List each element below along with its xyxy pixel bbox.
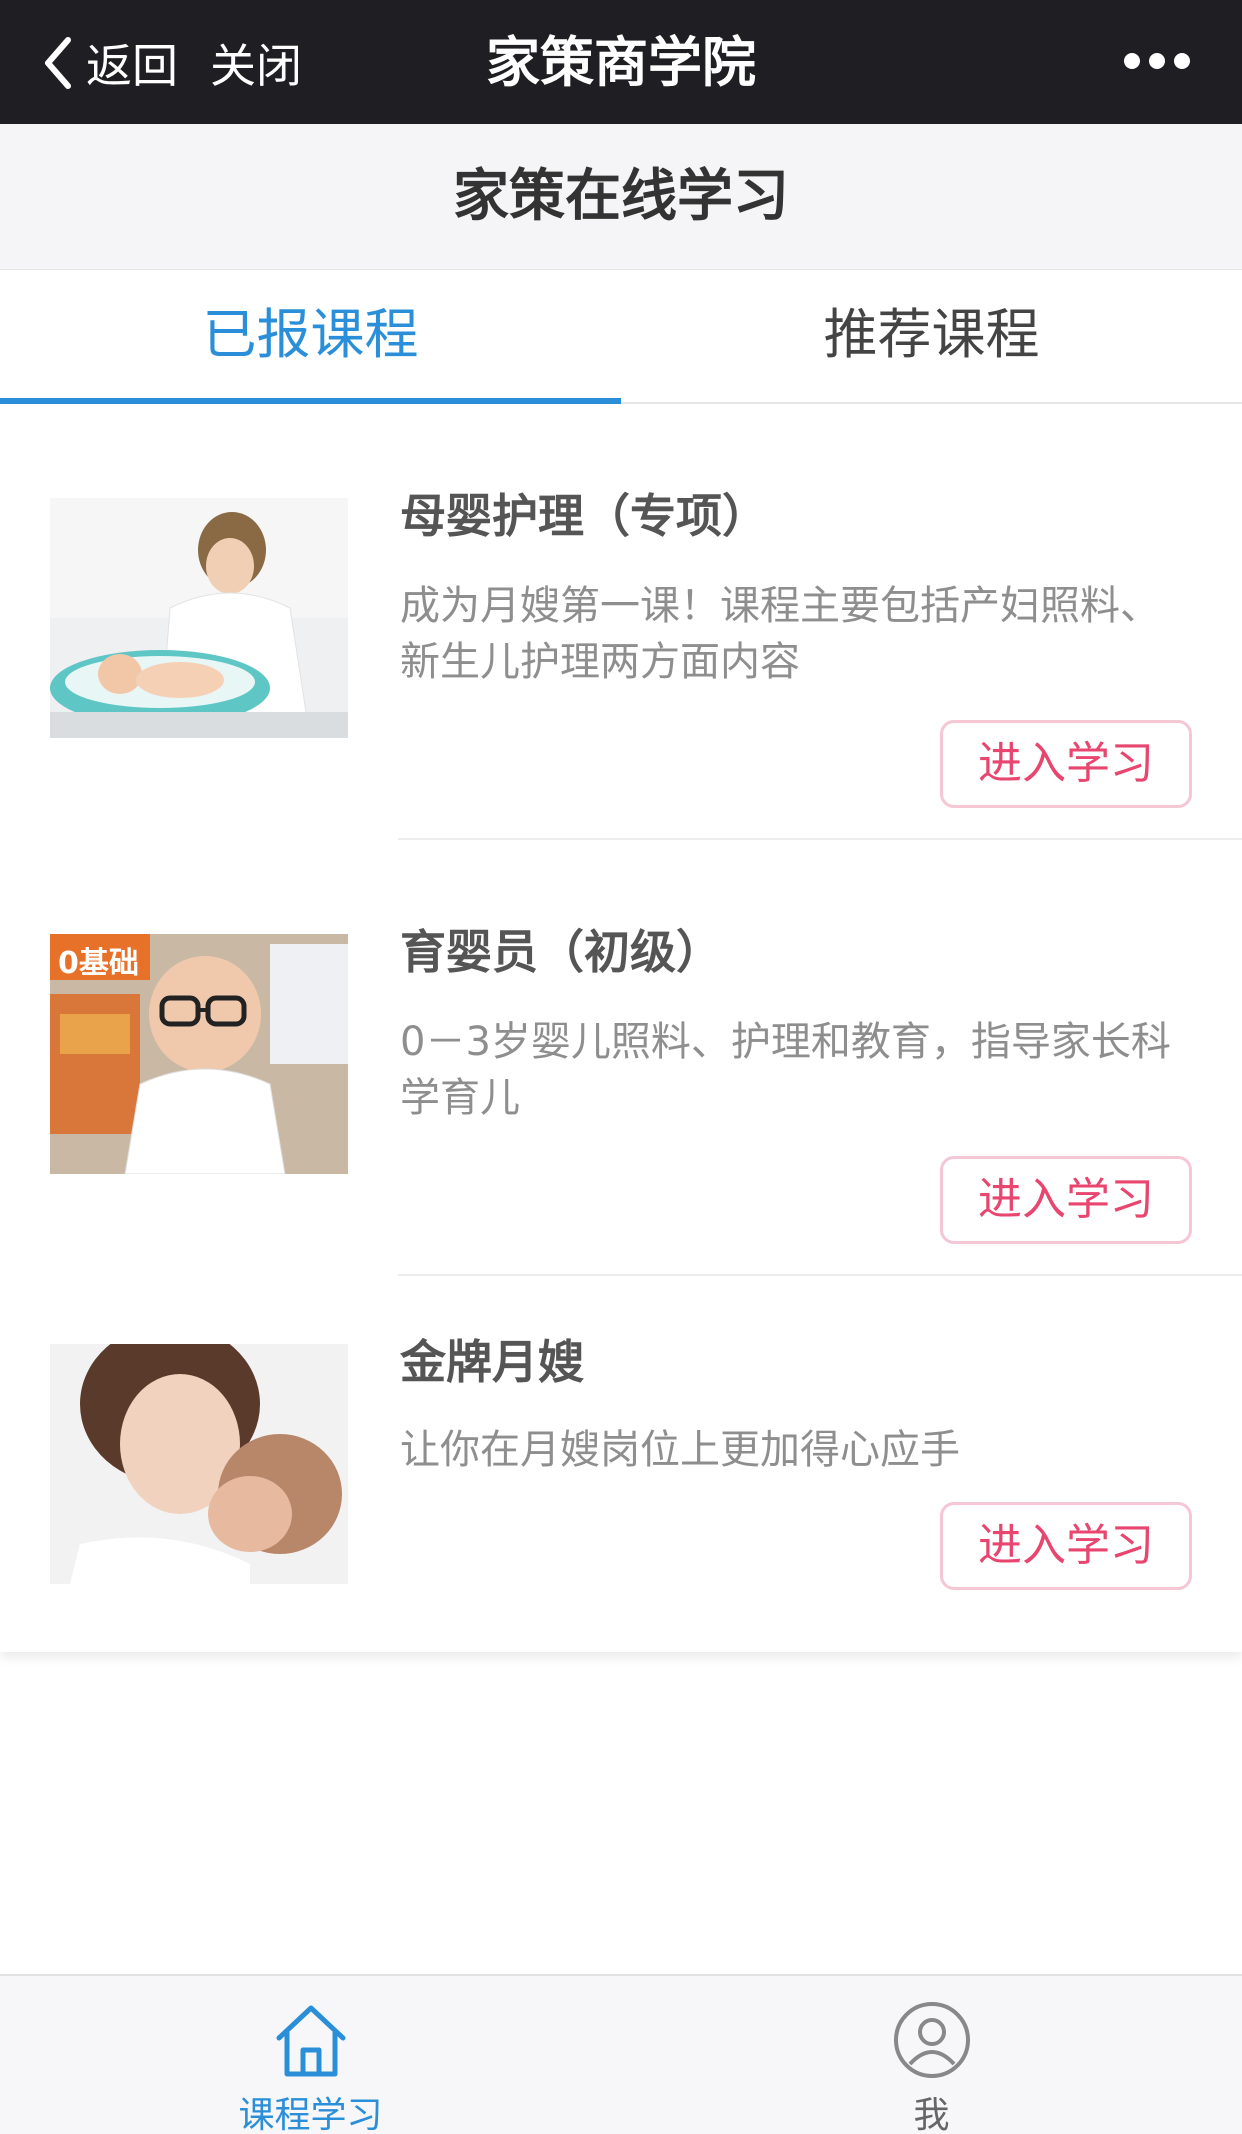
course-badge: 0基础	[58, 946, 139, 981]
tabbar-label: 我	[913, 2095, 950, 2134]
page-title: 家策在线学习	[0, 124, 1242, 270]
enter-study-button[interactable]: 进入学习	[940, 720, 1192, 808]
more-dot-icon	[1174, 53, 1190, 69]
course-description: 让你在月嫂岗位上更加得心应手	[400, 1427, 960, 1473]
course-title: 母婴护理（专项）	[400, 489, 768, 543]
mother-bathing-baby-image	[50, 498, 348, 738]
home-icon	[276, 2005, 345, 2077]
course-description: 0－3岁婴儿照料、护理和教育，指导家长科学育儿	[400, 1019, 1171, 1121]
course-title: 育婴员（初级）	[400, 925, 722, 979]
more-dot-icon	[1124, 53, 1140, 69]
course-thumbnail[interactable]	[50, 498, 348, 738]
app-title: 家策商学院	[486, 31, 756, 94]
course-thumbnail[interactable]	[50, 1344, 348, 1584]
course-item[interactable]: 母婴护理（专项） 成为月嫂第一课！课程主要包括产妇照料、新生儿护理两方面内容 进…	[0, 404, 1242, 840]
bottom-tabbar: 课程学习 我	[0, 1974, 1242, 2134]
tab-enrolled-courses[interactable]: 已报课程	[0, 270, 621, 404]
more-menu-button[interactable]	[1124, 46, 1190, 76]
course-description: 成为月嫂第一课！课程主要包括产妇照料、新生儿护理两方面内容	[400, 583, 1160, 685]
mother-hugging-baby-image	[50, 1344, 348, 1584]
navbar: 返回 关闭 家策商学院	[0, 0, 1242, 124]
user-icon	[893, 2002, 970, 2078]
enter-study-button[interactable]: 进入学习	[940, 1156, 1192, 1244]
tabbar-item-course-study[interactable]: 课程学习	[0, 1976, 621, 2134]
more-dot-icon	[1149, 53, 1165, 69]
course-tabs: 已报课程 推荐课程	[0, 270, 1242, 404]
enter-study-button[interactable]: 进入学习	[940, 1502, 1192, 1590]
course-item[interactable]: 0基础 育婴员（初级） 0－3岁婴儿照料、护理和教育，指导家长科学育儿 进入学习	[0, 840, 1242, 1276]
tabbar-label: 课程学习	[238, 2095, 383, 2134]
course-thumbnail[interactable]: 0基础	[50, 934, 348, 1174]
tabbar-item-me[interactable]: 我	[621, 1976, 1242, 2134]
course-list: 母婴护理（专项） 成为月嫂第一课！课程主要包括产妇照料、新生儿护理两方面内容 进…	[0, 404, 1242, 1652]
course-item[interactable]: 金牌月嫂 让你在月嫂岗位上更加得心应手 进入学习	[0, 1276, 1242, 1652]
tab-recommended-courses[interactable]: 推荐课程	[621, 270, 1242, 402]
course-title: 金牌月嫂	[400, 1335, 584, 1389]
